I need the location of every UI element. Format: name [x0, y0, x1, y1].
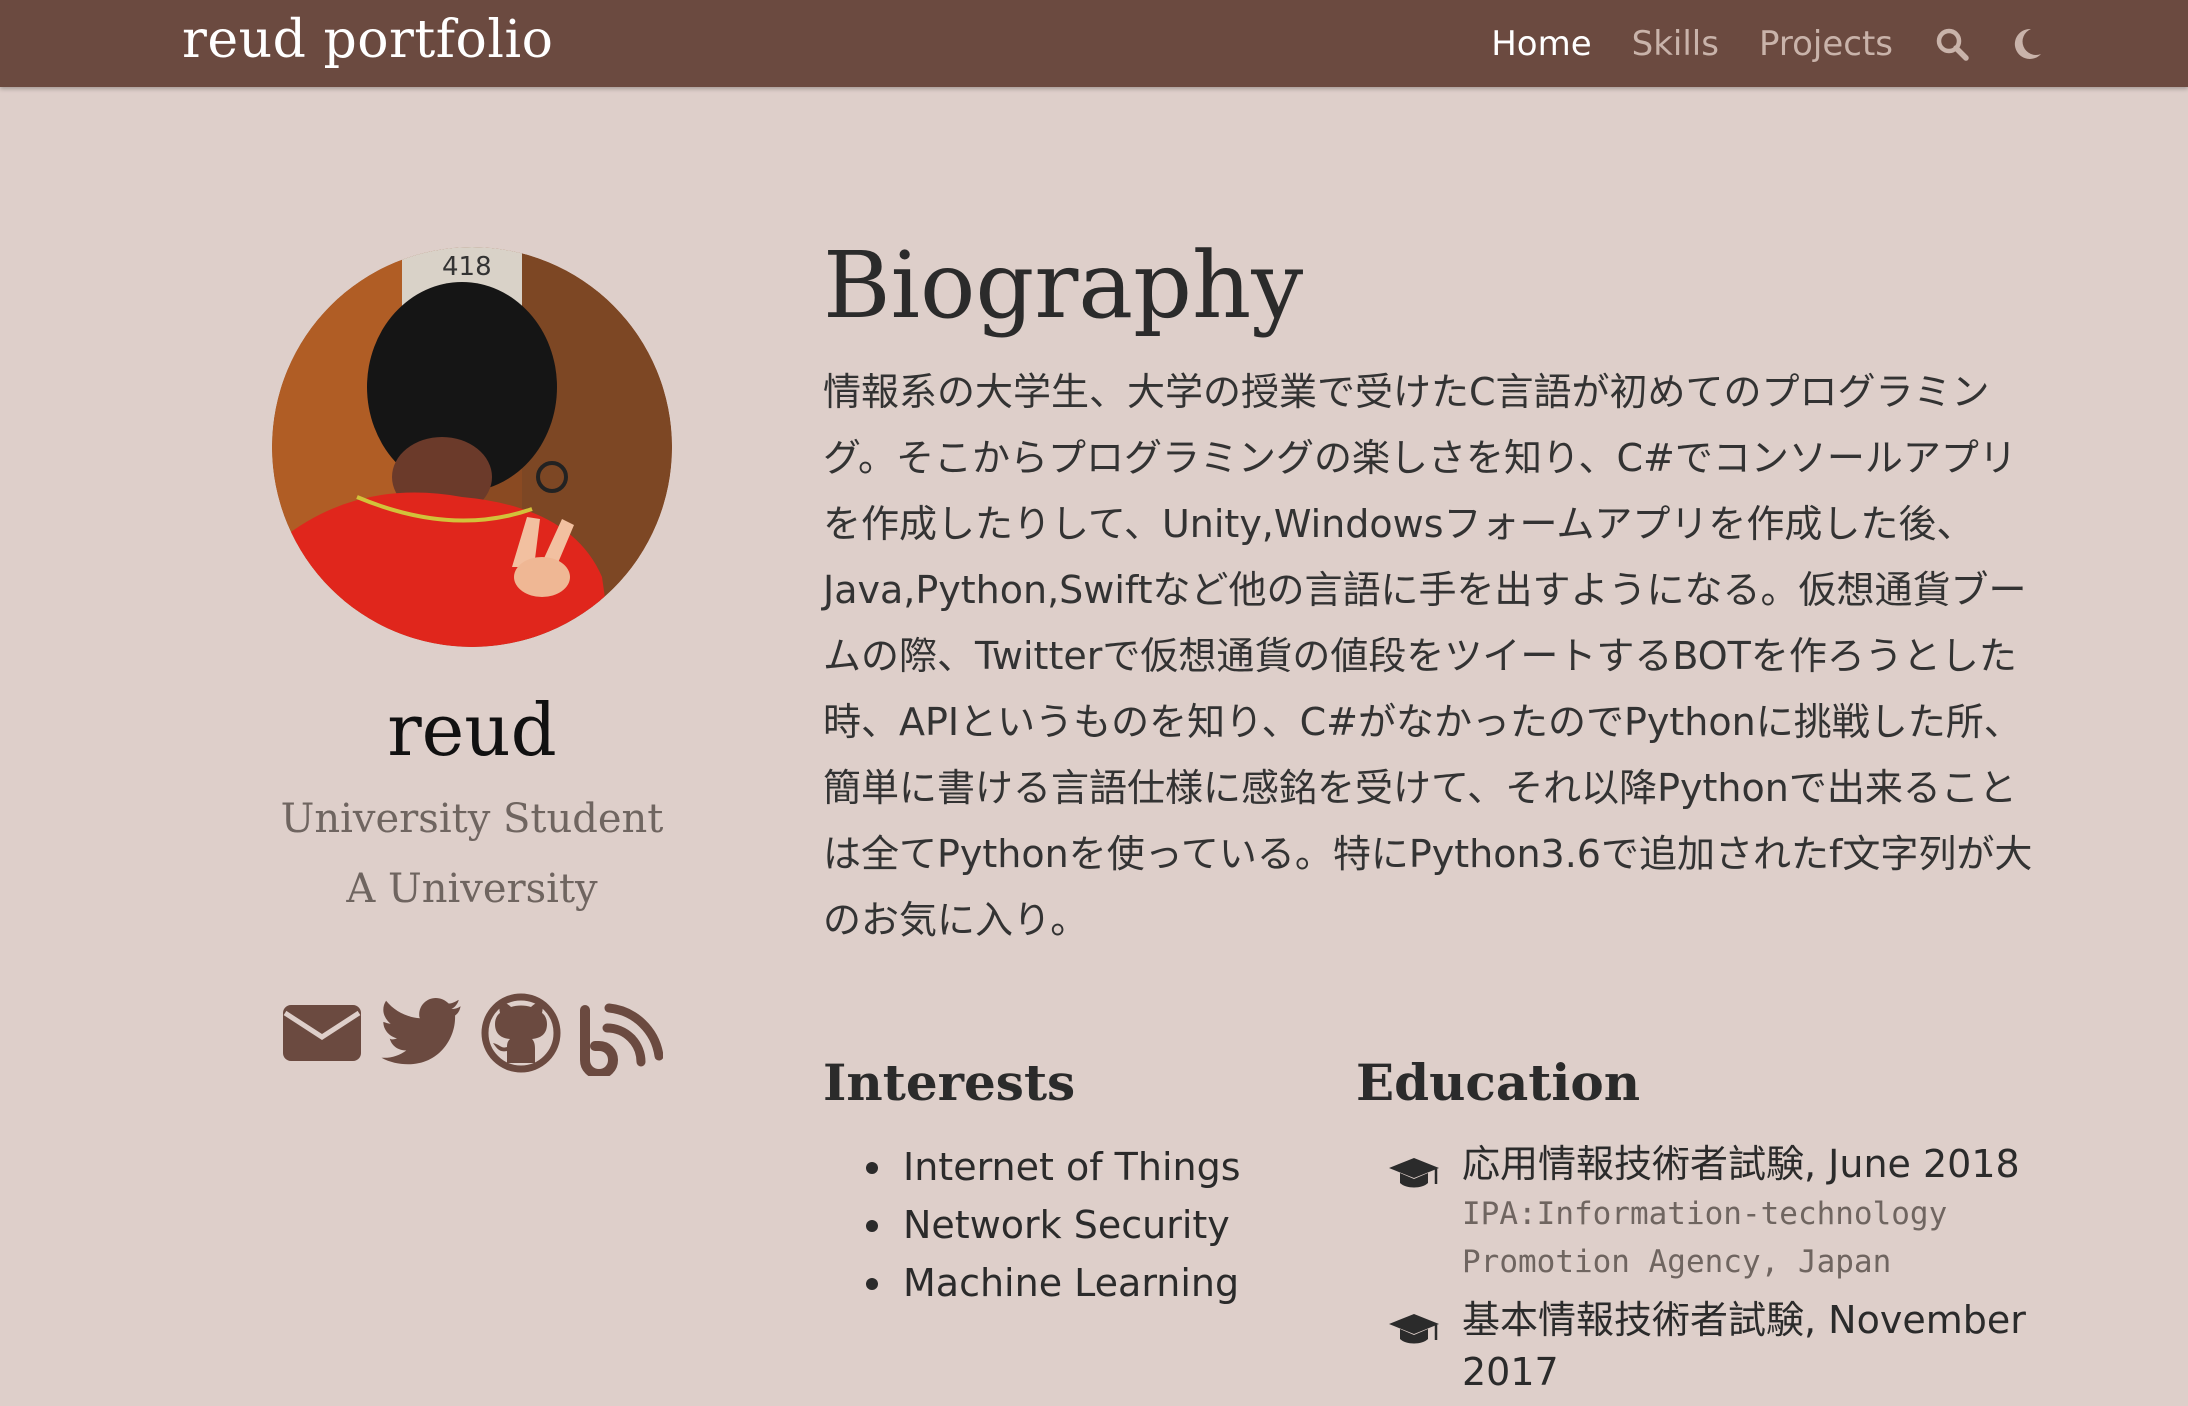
nav-link-home[interactable]: Home — [1491, 5, 1591, 83]
profile-role: University Student — [280, 796, 664, 842]
interest-label: Internet of Things — [903, 1145, 1241, 1189]
list-item: Internet of Things — [823, 1138, 1241, 1196]
bullet — [866, 1278, 878, 1290]
moon-icon[interactable] — [2011, 27, 2043, 61]
social-links — [272, 990, 672, 1080]
github-icon[interactable] — [481, 993, 561, 1073]
svg-text:418: 418 — [442, 252, 492, 282]
list-item: Network Security — [823, 1196, 1241, 1254]
profile-organization: A University — [346, 866, 598, 912]
profile-name: reud — [387, 688, 557, 772]
interests-title: Interests — [823, 1053, 1076, 1112]
biography-text: 情報系の大学生、大学の授業で受けたC言語が初めてのプログラミング。そこからプログ… — [823, 370, 2033, 942]
nav-link-skills[interactable]: Skills — [1632, 5, 1719, 83]
search-icon[interactable] — [1935, 27, 1969, 61]
top-navbar: reud portfolio Home Skills Projects — [0, 0, 2188, 87]
avatar: 418 — [272, 247, 672, 647]
bullet — [866, 1220, 878, 1232]
education-course: 基本情報技術者試験, November 2017 — [1462, 1298, 2026, 1394]
biography-title: Biography — [823, 232, 1304, 339]
site-brand-link[interactable]: reud portfolio — [182, 0, 553, 87]
education-institution: IPA:Information-technology Promotion Age… — [1462, 1196, 1948, 1280]
twitter-icon[interactable] — [381, 998, 463, 1068]
interests-list: Internet of Things Network Security Mach… — [823, 1138, 1241, 1312]
list-item: Machine Learning — [823, 1254, 1241, 1312]
list-item: 応用情報技術者試験, June 2018 IPA:Information-tec… — [1388, 1138, 2028, 1286]
blog-icon[interactable] — [579, 990, 664, 1080]
envelope-icon[interactable] — [281, 1001, 363, 1065]
graduation-cap-icon — [1388, 1156, 1440, 1196]
graduation-cap-icon — [1388, 1312, 1440, 1352]
interest-label: Network Security — [903, 1203, 1230, 1247]
interest-label: Machine Learning — [903, 1261, 1240, 1305]
nav-link-projects[interactable]: Projects — [1759, 5, 1893, 83]
bullet — [866, 1162, 878, 1174]
education-list: 応用情報技術者試験, June 2018 IPA:Information-tec… — [1388, 1138, 2028, 1406]
nav-menu: Home Skills Projects — [1451, 0, 2043, 87]
education-course: 応用情報技術者試験, June 2018 — [1462, 1142, 2020, 1186]
education-title: Education — [1356, 1053, 1641, 1112]
list-item: 基本情報技術者試験, November 2017 — [1388, 1294, 2028, 1398]
